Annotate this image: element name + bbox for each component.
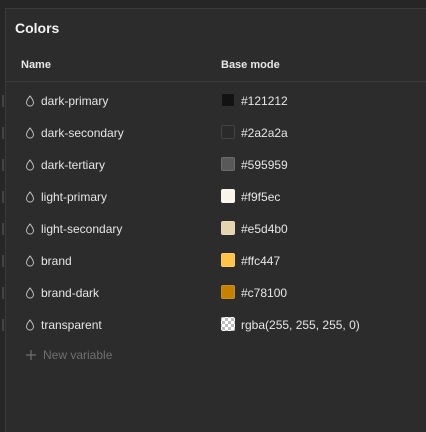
row-marker [2, 191, 4, 203]
variable-name[interactable]: dark-secondary [41, 126, 124, 140]
variable-value[interactable]: #595959 [241, 158, 288, 172]
variable-value[interactable]: #121212 [241, 94, 288, 108]
color-swatch[interactable] [221, 285, 235, 299]
color-swatch[interactable] [221, 157, 235, 171]
variable-name[interactable]: dark-primary [41, 94, 108, 108]
color-swatch[interactable] [221, 125, 235, 139]
variable-row[interactable]: light-primary #f9f5ec [2, 181, 426, 213]
variable-row[interactable]: light-secondary #e5d4b0 [2, 213, 426, 245]
variable-row[interactable]: dark-primary #121212 [2, 85, 426, 117]
column-header-base-mode[interactable]: Base mode [221, 59, 280, 71]
variable-value[interactable]: #e5d4b0 [241, 222, 288, 236]
variable-name[interactable]: brand-dark [41, 286, 99, 300]
row-marker [2, 255, 4, 267]
variable-row[interactable]: brand #ffc447 [2, 245, 426, 277]
variable-name[interactable]: brand [41, 254, 72, 268]
color-swatch[interactable] [221, 317, 235, 331]
row-marker [2, 127, 4, 139]
drop-icon [25, 287, 35, 299]
new-variable-label: New variable [43, 348, 113, 362]
variables-panel: Colors Name Base mode dark-primary #12121… [2, 9, 426, 432]
variable-value[interactable]: #c78100 [241, 286, 287, 300]
top-panel-edge [5, 0, 426, 9]
drop-icon [25, 159, 35, 171]
drop-icon [25, 95, 35, 107]
variable-list: dark-primary #121212 dark-secondary #2a2a2a… [2, 85, 426, 341]
color-swatch[interactable] [221, 221, 235, 235]
variable-name[interactable]: light-secondary [41, 222, 122, 236]
variable-value[interactable]: #ffc447 [241, 254, 280, 268]
row-marker [2, 223, 4, 235]
row-marker [2, 319, 4, 331]
collection-title: Colors [15, 20, 60, 36]
variable-row[interactable]: dark-secondary #2a2a2a [2, 117, 426, 149]
variable-name[interactable]: light-primary [41, 190, 107, 204]
plus-icon [26, 350, 36, 360]
row-marker [2, 95, 4, 107]
variable-value[interactable]: #2a2a2a [241, 126, 288, 140]
drop-icon [25, 191, 35, 203]
drop-icon [25, 223, 35, 235]
variable-row[interactable]: brand-dark #c78100 [2, 277, 426, 309]
variable-name[interactable]: dark-tertiary [41, 158, 105, 172]
row-marker [2, 287, 4, 299]
variable-row[interactable]: transparent rgba(255, 255, 255, 0) [2, 309, 426, 341]
column-header-name[interactable]: Name [21, 59, 51, 71]
color-swatch[interactable] [221, 93, 235, 107]
color-swatch[interactable] [221, 189, 235, 203]
drop-icon [25, 255, 35, 267]
row-marker [2, 159, 4, 171]
drop-icon [25, 127, 35, 139]
table-header: Name Base mode [6, 53, 426, 82]
variable-value[interactable]: rgba(255, 255, 255, 0) [241, 318, 360, 332]
new-variable-button[interactable]: New variable [25, 347, 112, 363]
variable-name[interactable]: transparent [41, 318, 102, 332]
variable-value[interactable]: #f9f5ec [241, 190, 280, 204]
variable-row[interactable]: dark-tertiary #595959 [2, 149, 426, 181]
color-swatch[interactable] [221, 253, 235, 267]
drop-icon [25, 319, 35, 331]
